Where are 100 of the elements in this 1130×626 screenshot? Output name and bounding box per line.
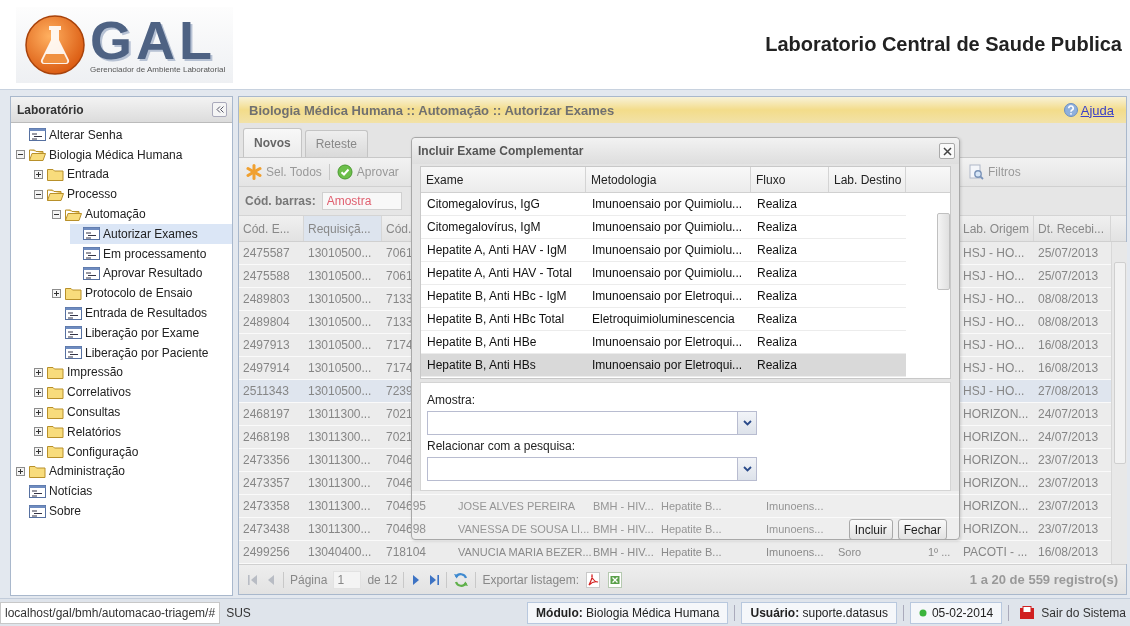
tree-item[interactable]: Em processamento — [70, 243, 232, 264]
tree-label: Impressão — [67, 365, 124, 380]
tree-item[interactable]: Aprovar Resultado — [70, 263, 232, 284]
logo-subtitle: Gerenciador de Ambiente Laboratorial — [90, 65, 226, 74]
tree-label: Autorizar Exames — [103, 226, 198, 241]
table-cell-text: 13010500... — [307, 246, 373, 260]
table-cell-text: 13011300... — [307, 499, 372, 513]
date-info: 05-02-2014 — [909, 601, 1003, 624]
expand-toggle-icon[interactable] — [34, 367, 43, 377]
field-label: Amostra: — [427, 393, 475, 407]
table-cell-text: 2473356 — [242, 453, 291, 467]
table-cell-text: Realiza — [756, 335, 799, 349]
tree-item[interactable]: Liberação por Exame — [52, 322, 232, 343]
tree-item[interactable]: Administração — [16, 461, 232, 482]
list-page-icon — [65, 326, 82, 340]
tree-item[interactable]: Configuração — [34, 441, 232, 462]
tree-item[interactable]: Sobre — [16, 501, 232, 521]
pdf-file-icon[interactable] — [585, 571, 602, 588]
tree-item[interactable]: Consultas — [34, 402, 232, 422]
scrollbar[interactable] — [1111, 242, 1127, 564]
table-cell-text: 23/07/2013 — [1037, 476, 1100, 490]
dialog-title: Incluir Exame Complementar — [418, 144, 584, 158]
tree-item[interactable]: Biologia Médica Humana — [16, 144, 232, 165]
dialog-button[interactable]: Fechar — [897, 519, 947, 540]
tree-label: Protocolo de Ensaio — [85, 286, 193, 301]
table-cell-text: Imunoensaio por Quimiolu... — [591, 266, 744, 280]
table-row[interactable]: Citomegalovírus, IgG Imunoensaio por Quimiolu... Realiza — [421, 193, 906, 216]
dropdown-field[interactable] — [427, 457, 757, 481]
table-cell-text: 2473358 — [242, 499, 291, 513]
tree-item[interactable]: Alterar Senha — [16, 125, 232, 145]
folder-icon — [47, 168, 64, 181]
expand-toggle-icon[interactable] — [34, 427, 43, 437]
expand-toggle-icon[interactable] — [34, 447, 43, 457]
column-header[interactable]: Metodologia — [586, 167, 751, 192]
barcode-input[interactable]: Amostra — [321, 192, 402, 210]
tree-item[interactable]: Processo — [34, 184, 232, 205]
table-row[interactable]: Citomegalovírus, IgM Imunoensaio por Quimiolu... Realiza — [421, 216, 906, 239]
table-cell-text: 2511343 — [242, 384, 290, 398]
collapse-toggle-icon[interactable] — [52, 209, 61, 219]
table-cell-text: 2499256 — [242, 545, 291, 559]
dialog-button[interactable]: Incluir — [848, 519, 893, 540]
tree-item[interactable]: Automação — [52, 204, 232, 224]
tree-item[interactable]: Autorizar Exames — [70, 224, 232, 244]
column-header[interactable]: Lab. Destino — [829, 167, 906, 192]
expand-toggle-icon[interactable] — [34, 387, 43, 397]
tree-label: Notícias — [49, 484, 93, 499]
table-cell-text: 13010500... — [307, 384, 373, 398]
tree-label: Aprovar Resultado — [103, 266, 203, 281]
tree-item[interactable]: Entrada de Resultados — [52, 303, 232, 323]
table-row[interactable]: Hepatite B, Anti HBc - IgM Imunoensaio por Eletroqui... Realiza — [421, 285, 906, 308]
close-icon — [942, 146, 952, 156]
expand-toggle-icon[interactable] — [34, 407, 43, 417]
table-cell-text: Realiza — [756, 289, 799, 303]
table-cell-text: BMH - HIV... — [592, 500, 655, 512]
list-page-icon — [29, 128, 46, 142]
flask-logo-icon — [24, 13, 86, 76]
tab[interactable]: Novos — [243, 128, 302, 157]
table-cell-text: Hepatite B... — [660, 546, 723, 558]
table-cell-text: 2475588 — [242, 269, 291, 283]
table-row[interactable]: Hepatite B, Anti HBs Imunoensaio por Eletroqui... Realiza — [421, 354, 906, 377]
table-cell-text: 13010500... — [307, 269, 373, 283]
expand-toggle-icon[interactable] — [52, 288, 61, 298]
list-page-icon — [65, 306, 82, 320]
help-link[interactable]: Ajuda — [1063, 102, 1114, 118]
table-cell-text: Imunoens... — [765, 546, 825, 558]
refresh-icon[interactable] — [453, 571, 470, 588]
table-cell-text: 24/07/2013 — [1037, 430, 1100, 444]
tree-item[interactable]: Relatórios — [34, 421, 232, 442]
list-page-icon — [83, 247, 100, 261]
close-button[interactable] — [939, 143, 955, 159]
spreadsheet-file-icon[interactable] — [607, 571, 624, 588]
tree-item[interactable]: Notícias — [16, 481, 232, 502]
collapse-toggle-icon[interactable] — [16, 150, 25, 160]
table-row[interactable]: Hepatite A, Anti HAV - IgM Imunoensaio por Quimiolu... Realiza — [421, 239, 906, 262]
logout-link[interactable]: Sair do Sistema — [1015, 605, 1126, 620]
expand-toggle-icon[interactable] — [16, 466, 25, 476]
table-row[interactable]: Hepatite A, Anti HAV - Total Imunoensaio por Quimiolu... Realiza — [421, 262, 906, 285]
tree-item[interactable]: Protocolo de Ensaio — [52, 283, 232, 304]
tree-item[interactable]: Impressão — [34, 362, 232, 383]
collapse-button[interactable] — [212, 102, 227, 117]
column-header[interactable]: Fluxo — [751, 167, 829, 192]
table-cell-text: 2468197 — [242, 407, 291, 421]
tree-label: Entrada — [67, 167, 110, 182]
table-cell-text: 2489803 — [242, 292, 291, 306]
table-cell-text: 2497913 — [242, 338, 291, 352]
table-cell-text: Hepatite B, Anti HBe — [426, 335, 538, 349]
expand-toggle-icon[interactable] — [34, 170, 43, 179]
tree-item[interactable]: Liberação por Paciente — [52, 342, 232, 363]
table-cell-text: HSJ - HO... — [962, 315, 1026, 329]
table-row[interactable]: Hepatite B, Anti HBc Total Eletroquimioluminescencia Realiza — [421, 308, 906, 331]
dropdown-field[interactable] — [427, 411, 757, 435]
column-header[interactable]: Exame — [421, 167, 586, 192]
tree-item[interactable]: Correlativos — [34, 382, 232, 403]
table-cell-text: 27/08/2013 — [1037, 384, 1100, 398]
field-label: Relacionar com a pesquisa: — [427, 439, 576, 453]
last-page-icon[interactable] — [428, 573, 441, 586]
collapse-toggle-icon[interactable] — [34, 189, 43, 199]
tree-item[interactable]: Entrada — [34, 164, 232, 185]
table-cell-text: HSJ - HO... — [962, 338, 1026, 352]
table-cell-text: 7174 — [385, 361, 414, 375]
